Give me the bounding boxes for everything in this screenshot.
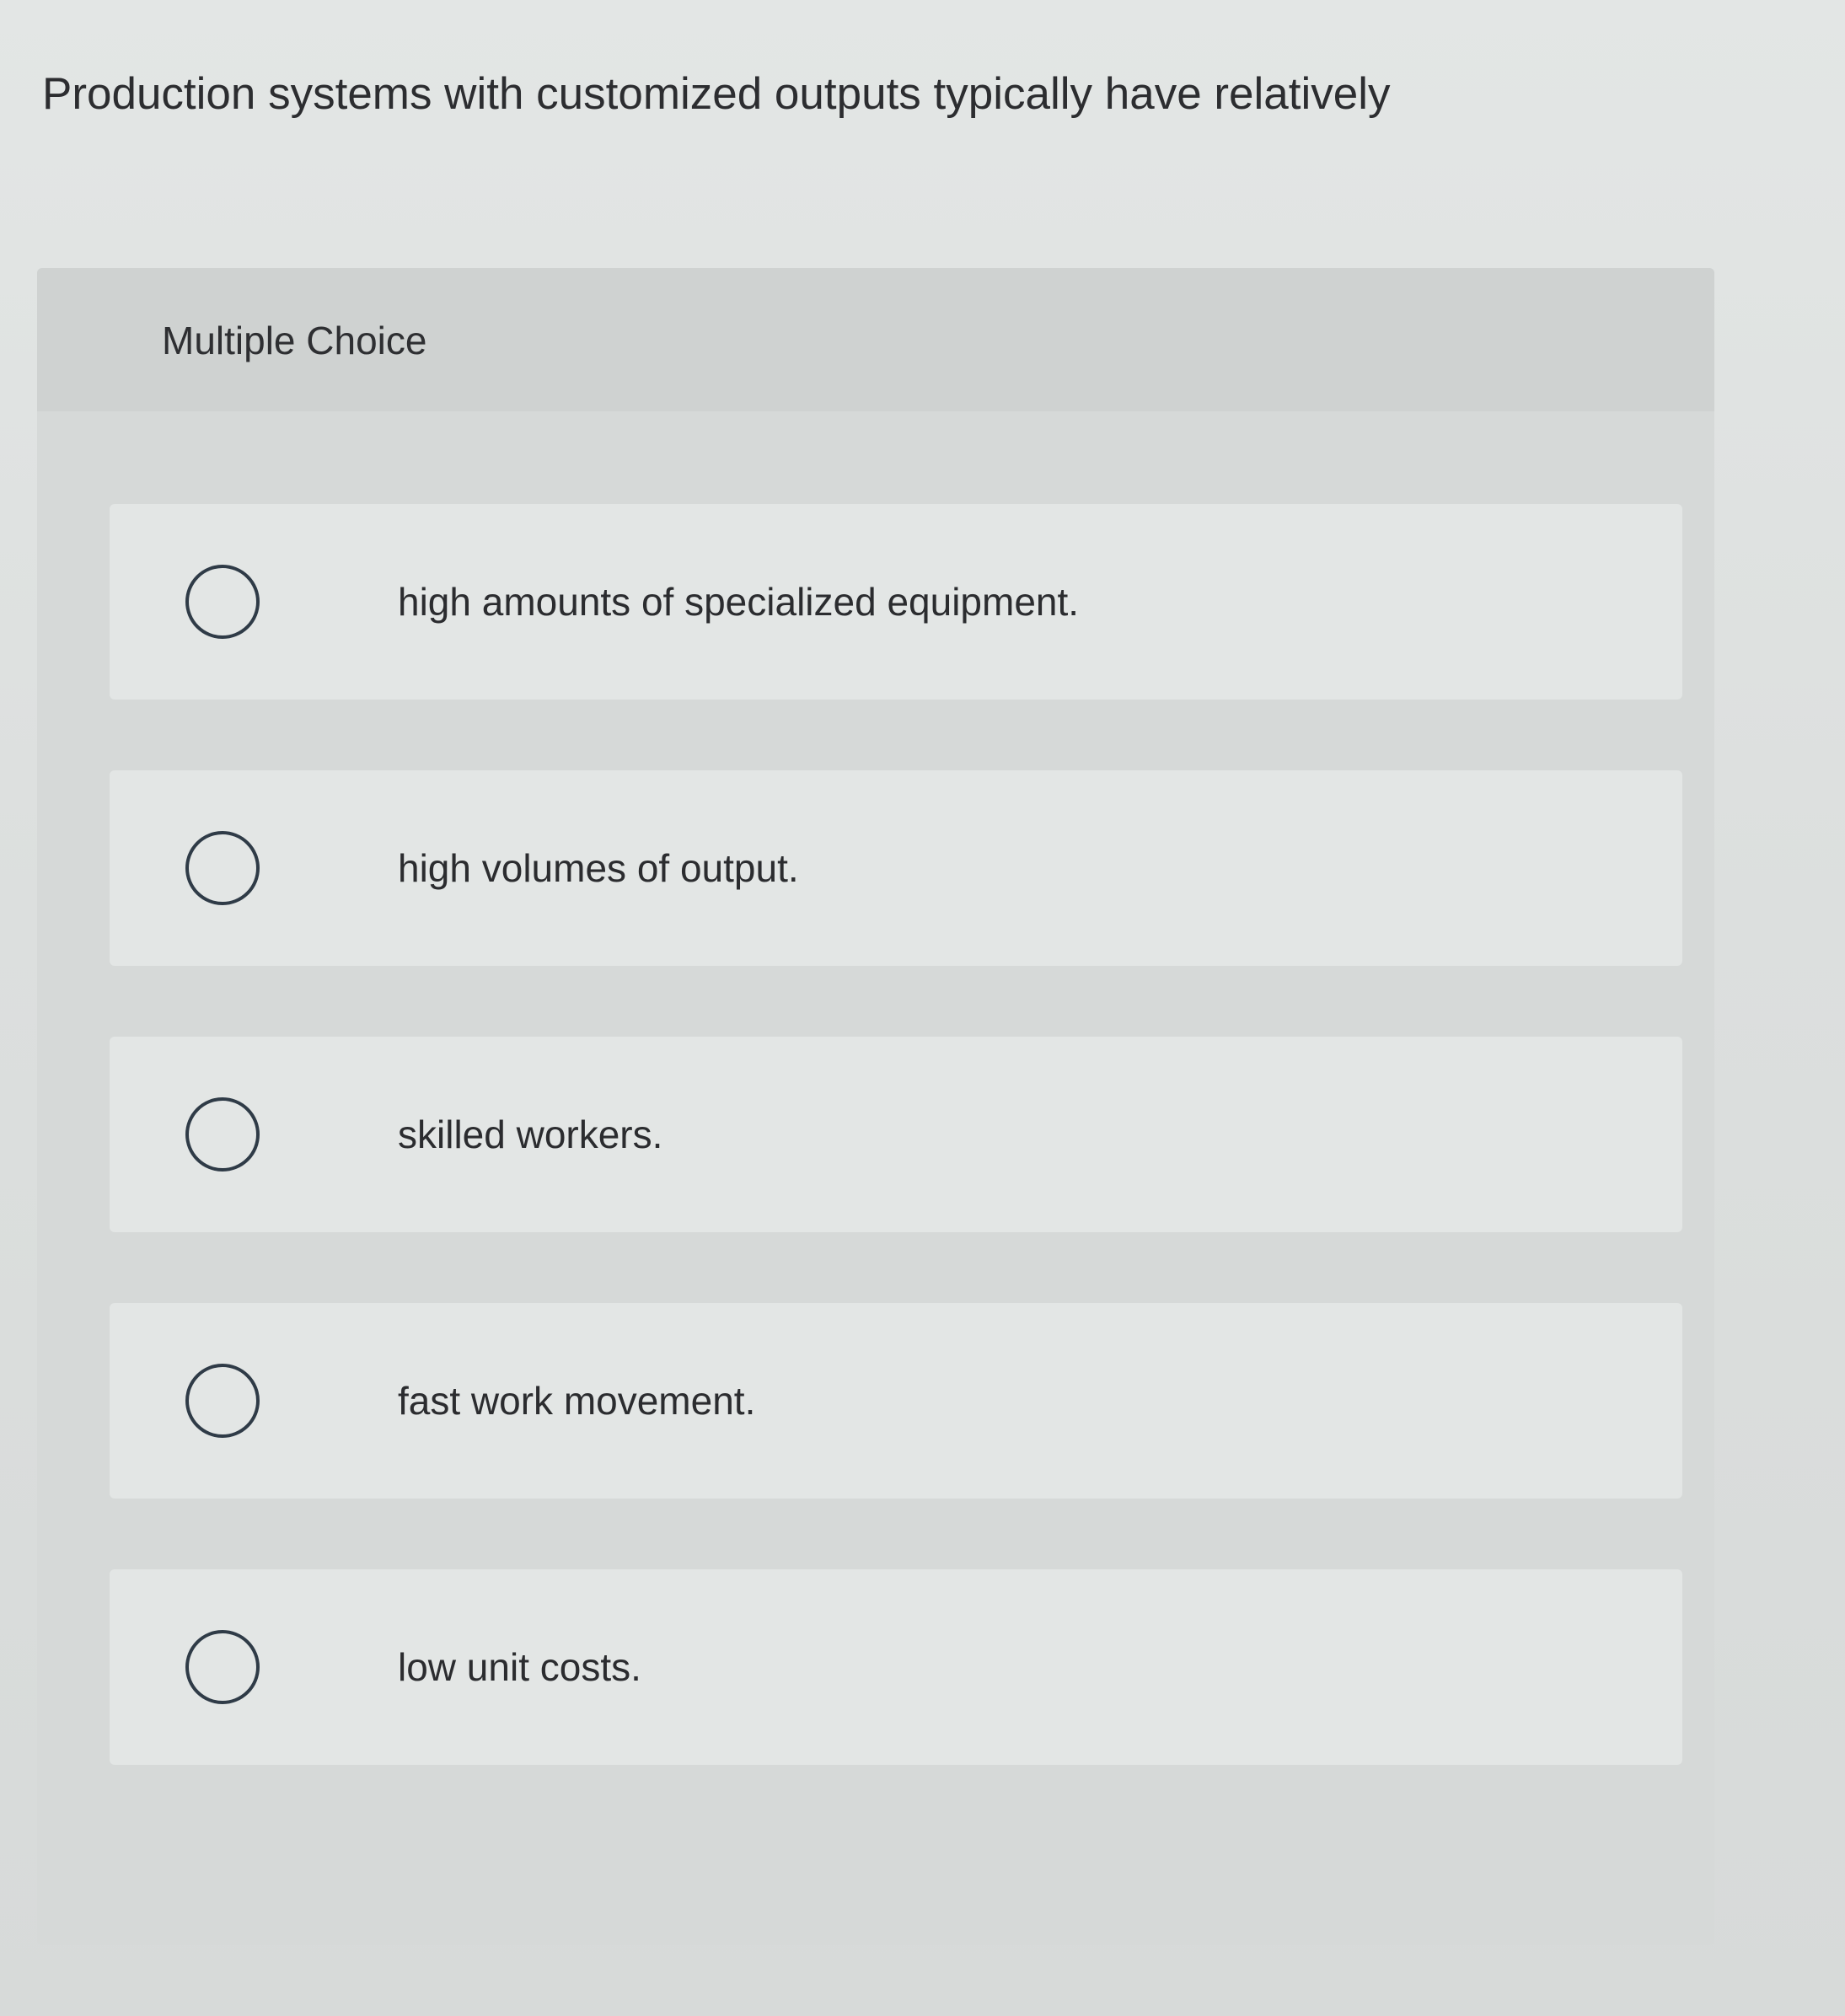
answer-option-4[interactable]: fast work movement. xyxy=(110,1303,1682,1499)
radio-button-icon[interactable] xyxy=(185,565,260,639)
question-text: Production systems with customized outpu… xyxy=(42,69,1391,119)
answer-option-2[interactable]: high volumes of output. xyxy=(110,770,1682,966)
radio-button-icon[interactable] xyxy=(185,1097,260,1172)
radio-button-icon[interactable] xyxy=(185,1630,260,1704)
answer-option-label: skilled workers. xyxy=(398,1113,663,1156)
answer-option-1[interactable]: high amounts of specialized equipment. xyxy=(110,504,1682,700)
multiple-choice-title: Multiple Choice xyxy=(162,319,427,362)
radio-button-icon[interactable] xyxy=(185,1364,260,1438)
answer-option-5[interactable]: low unit costs. xyxy=(110,1569,1682,1765)
answer-option-label: high amounts of specialized equipment. xyxy=(398,580,1080,624)
answer-option-label: fast work movement. xyxy=(398,1379,756,1423)
multiple-choice-header: Multiple Choice xyxy=(37,268,1714,411)
answer-options-list: high amounts of specialized equipment. h… xyxy=(110,504,1682,1836)
multiple-choice-panel: Multiple Choice high amounts of speciali… xyxy=(37,268,1714,1945)
answer-option-label: low unit costs. xyxy=(398,1645,641,1689)
answer-option-3[interactable]: skilled workers. xyxy=(110,1037,1682,1232)
radio-button-icon[interactable] xyxy=(185,831,260,905)
answer-option-label: high volumes of output. xyxy=(398,846,799,890)
